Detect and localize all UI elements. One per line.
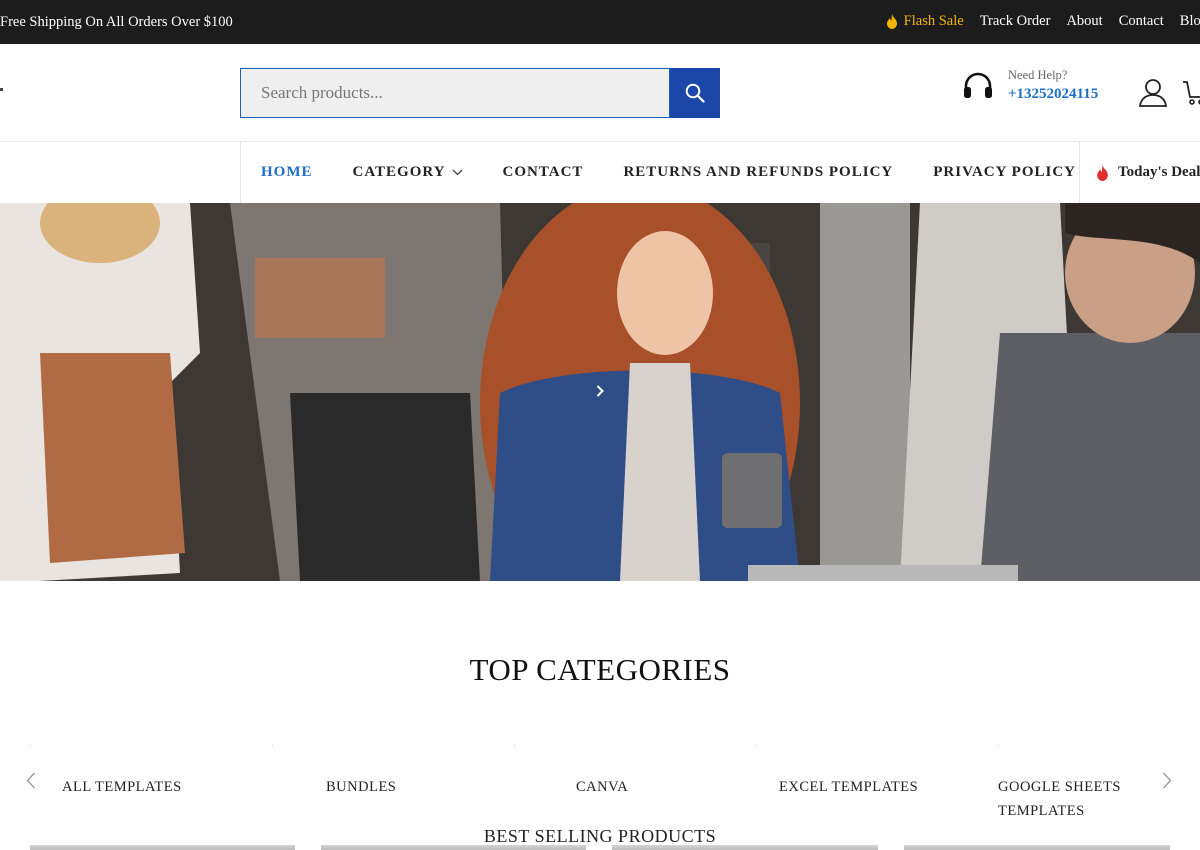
flame-icon: [1097, 164, 1108, 181]
category-divider: [514, 745, 515, 746]
categories-carousel: ALL TEMPLATES BUNDLES CANVA EXCEL TEMPLA…: [0, 745, 1200, 825]
carousel-prev-button[interactable]: [26, 772, 36, 794]
category-all-templates[interactable]: ALL TEMPLATES: [62, 775, 182, 799]
cart-icon: [1183, 81, 1200, 105]
shipping-notice: Free Shipping On All Orders Over $100: [0, 14, 233, 30]
category-bundles[interactable]: BUNDLES: [326, 775, 396, 799]
product-card[interactable]: [321, 845, 586, 850]
main-nav: HOME CATEGORY CONTACT RETURNS AND REFUND…: [0, 142, 1200, 203]
category-divider: [272, 745, 273, 746]
site-header: Need Help? +13252024115: [0, 44, 1200, 142]
product-card[interactable]: [612, 845, 878, 850]
user-icon: [1138, 79, 1168, 107]
todays-deal-label: Today's Deal: [1118, 164, 1200, 180]
chevron-down-icon: [452, 169, 463, 176]
nav-item-home[interactable]: HOME: [261, 164, 313, 181]
search-button[interactable]: [670, 68, 720, 118]
account-button[interactable]: [1138, 78, 1168, 113]
carousel-next-button[interactable]: [1162, 772, 1172, 794]
help-contact: Need Help? +13252024115: [962, 68, 1098, 103]
category-excel-templates[interactable]: EXCEL TEMPLATES: [779, 775, 918, 799]
flame-icon: [886, 14, 897, 29]
best-selling-title: BEST SELLING PRODUCTS: [483, 826, 717, 846]
flash-sale-link[interactable]: Flash Sale: [886, 13, 964, 30]
category-divider: [756, 745, 757, 746]
blog-link[interactable]: Blog: [1180, 13, 1200, 30]
top-links: Flash Sale Track Order About Contact Blo…: [870, 13, 1200, 30]
product-card[interactable]: [30, 845, 295, 850]
category-google-sheets-templates[interactable]: GOOGLE SHEETS TEMPLATES: [998, 775, 1128, 823]
logo[interactable]: [0, 88, 3, 91]
nav-item-returns-policy[interactable]: RETURNS AND REFUNDS POLICY: [623, 164, 893, 181]
product-card[interactable]: [904, 845, 1170, 850]
flash-sale-label: Flash Sale: [903, 13, 964, 29]
search-input[interactable]: [240, 68, 670, 118]
nav-item-category-label: CATEGORY: [352, 164, 446, 180]
chevron-right-icon: [596, 385, 604, 397]
hero-next-button[interactable]: [592, 381, 608, 401]
search-icon: [685, 83, 705, 103]
help-label: Need Help?: [1008, 68, 1068, 82]
category-divider: [30, 745, 31, 746]
top-categories-title: TOP CATEGORIES: [469, 652, 731, 687]
nav-item-category[interactable]: CATEGORY: [353, 164, 463, 181]
about-link[interactable]: About: [1066, 13, 1102, 30]
contact-link[interactable]: Contact: [1119, 13, 1164, 30]
headset-icon: [964, 72, 992, 98]
chevron-left-icon: [26, 772, 36, 789]
category-divider: [998, 745, 999, 746]
nav-item-contact[interactable]: CONTACT: [503, 164, 584, 181]
track-order-link[interactable]: Track Order: [980, 13, 1051, 30]
search-bar: [240, 68, 720, 118]
nav-item-privacy-policy[interactable]: PRIVACY POLICY: [933, 164, 1076, 181]
hero-banner: [0, 203, 1200, 581]
cart-button[interactable]: [1182, 80, 1200, 111]
top-bar: Free Shipping On All Orders Over $100 Fl…: [0, 0, 1200, 44]
chevron-right-icon: [1162, 772, 1172, 789]
help-phone[interactable]: +13252024115: [1008, 86, 1098, 103]
todays-deal-link[interactable]: Today's Deal: [1079, 142, 1200, 203]
category-canva[interactable]: CANVA: [576, 775, 628, 799]
